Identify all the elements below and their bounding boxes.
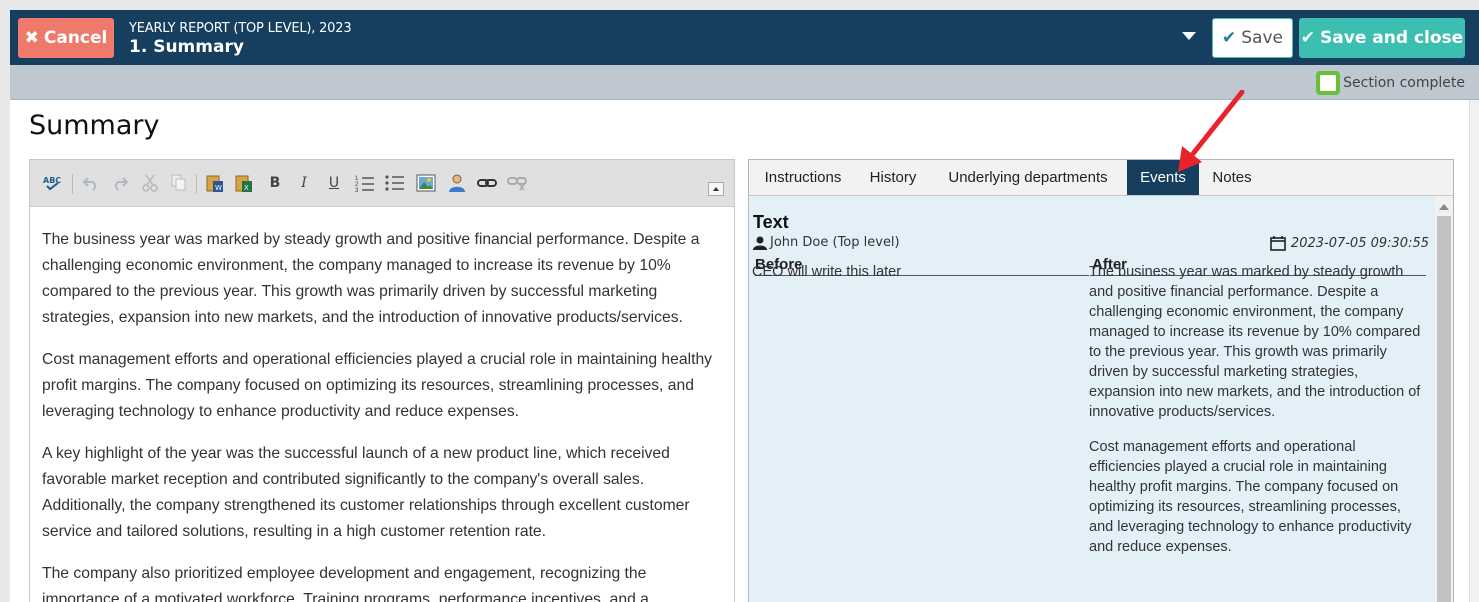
- section-dropdown-icon[interactable]: [1182, 32, 1196, 40]
- spellcheck-icon[interactable]: ABC: [42, 172, 64, 194]
- side-panel-tabs: Instructions History Underlying departme…: [749, 160, 1453, 196]
- section-complete-label: Section complete: [1343, 75, 1465, 91]
- editor-toolbar: ABC W X B I U 1 2 3: [30, 160, 734, 207]
- event-timestamp: 2023-07-05 09:30:55: [1270, 235, 1429, 251]
- tab-history[interactable]: History: [857, 160, 929, 195]
- scroll-up-icon[interactable]: [1439, 204, 1449, 210]
- section-complete-toggle[interactable]: Section complete: [1316, 71, 1465, 95]
- paste-word-icon[interactable]: W: [204, 172, 226, 194]
- copy-icon[interactable]: [168, 172, 190, 194]
- editor-content[interactable]: The business year was marked by steady g…: [30, 207, 734, 602]
- svg-text:ABC: ABC: [43, 176, 61, 185]
- italic-icon[interactable]: I: [293, 172, 315, 194]
- undo-icon[interactable]: [80, 172, 102, 194]
- numbered-list-icon[interactable]: 123: [354, 172, 376, 194]
- save-label: Save: [1241, 28, 1283, 48]
- editor-paragraph: The company also prioritized employee de…: [42, 565, 649, 602]
- redo-icon[interactable]: [109, 172, 131, 194]
- check-icon: ✔: [1300, 28, 1316, 48]
- link-icon[interactable]: [476, 172, 498, 194]
- top-bar: ✖ Cancel YEARLY REPORT (TOP LEVEL), 2023…: [10, 10, 1479, 65]
- report-title-block: YEARLY REPORT (TOP LEVEL), 2023 1. Summa…: [129, 21, 352, 57]
- cut-icon[interactable]: [139, 172, 161, 194]
- save-and-close-button[interactable]: ✔ Save and close: [1299, 18, 1465, 58]
- editor-paragraph: Cost management efforts and operational …: [42, 351, 713, 420]
- svg-text:X: X: [244, 184, 249, 192]
- before-text: CEO will write this later: [752, 264, 902, 280]
- event-user-name: John Doe (Top level): [770, 235, 900, 250]
- user-icon: [753, 236, 767, 250]
- event-user: John Doe (Top level): [753, 235, 900, 250]
- section-complete-checkbox[interactable]: [1316, 71, 1341, 95]
- editor-paragraph: The business year was marked by steady g…: [42, 231, 700, 326]
- tab-instructions[interactable]: Instructions: [749, 160, 857, 195]
- side-panel: Instructions History Underlying departme…: [748, 159, 1454, 602]
- save-button[interactable]: ✔ Save: [1212, 18, 1293, 58]
- bulleted-list-icon[interactable]: [384, 172, 406, 194]
- calendar-icon: [1270, 236, 1286, 251]
- side-panel-scrollbar[interactable]: [1435, 196, 1453, 602]
- close-icon: ✖: [24, 28, 39, 48]
- after-paragraph: The business year was marked by steady g…: [1089, 264, 1421, 420]
- image-icon[interactable]: [415, 172, 437, 194]
- svg-text:W: W: [215, 184, 222, 192]
- event-timestamp-text: 2023-07-05 09:30:55: [1290, 235, 1429, 251]
- page-title: Summary: [29, 110, 160, 141]
- collapse-toolbar-button[interactable]: [708, 182, 724, 196]
- tab-underlying-departments[interactable]: Underlying departments: [929, 160, 1127, 195]
- bold-icon[interactable]: B: [264, 172, 286, 194]
- after-paragraph: Cost management efforts and operational …: [1089, 439, 1412, 555]
- editor-paragraph: A key highlight of the year was the succ…: [42, 445, 690, 540]
- report-editor-window: ✖ Cancel YEARLY REPORT (TOP LEVEL), 2023…: [10, 10, 1479, 602]
- cancel-label: Cancel: [43, 28, 108, 48]
- unlink-icon[interactable]: [506, 172, 528, 194]
- scrollbar-thumb[interactable]: [1437, 216, 1451, 602]
- cancel-button[interactable]: ✖ Cancel: [18, 18, 114, 58]
- report-title: YEARLY REPORT (TOP LEVEL), 2023: [129, 21, 352, 36]
- paste-excel-icon[interactable]: X: [233, 172, 255, 194]
- rich-text-editor[interactable]: ABC W X B I U 1 2 3 The business year wa…: [29, 159, 735, 602]
- collapse-icon: [713, 187, 719, 191]
- underline-icon[interactable]: U: [323, 172, 345, 194]
- red-arrow-annotation: [1178, 90, 1245, 172]
- save-and-close-label: Save and close: [1320, 28, 1464, 48]
- event-meta: John Doe (Top level) 2023-07-05 09:30:55: [753, 235, 1429, 253]
- page-scrollbar[interactable]: [1469, 100, 1479, 602]
- user-mention-icon[interactable]: [446, 172, 468, 194]
- check-icon: ✔: [1222, 28, 1237, 48]
- svg-text:3: 3: [355, 188, 359, 192]
- section-title: 1. Summary: [129, 37, 244, 57]
- after-text: The business year was marked by steady g…: [1089, 262, 1422, 572]
- event-field-name: Text: [753, 212, 789, 232]
